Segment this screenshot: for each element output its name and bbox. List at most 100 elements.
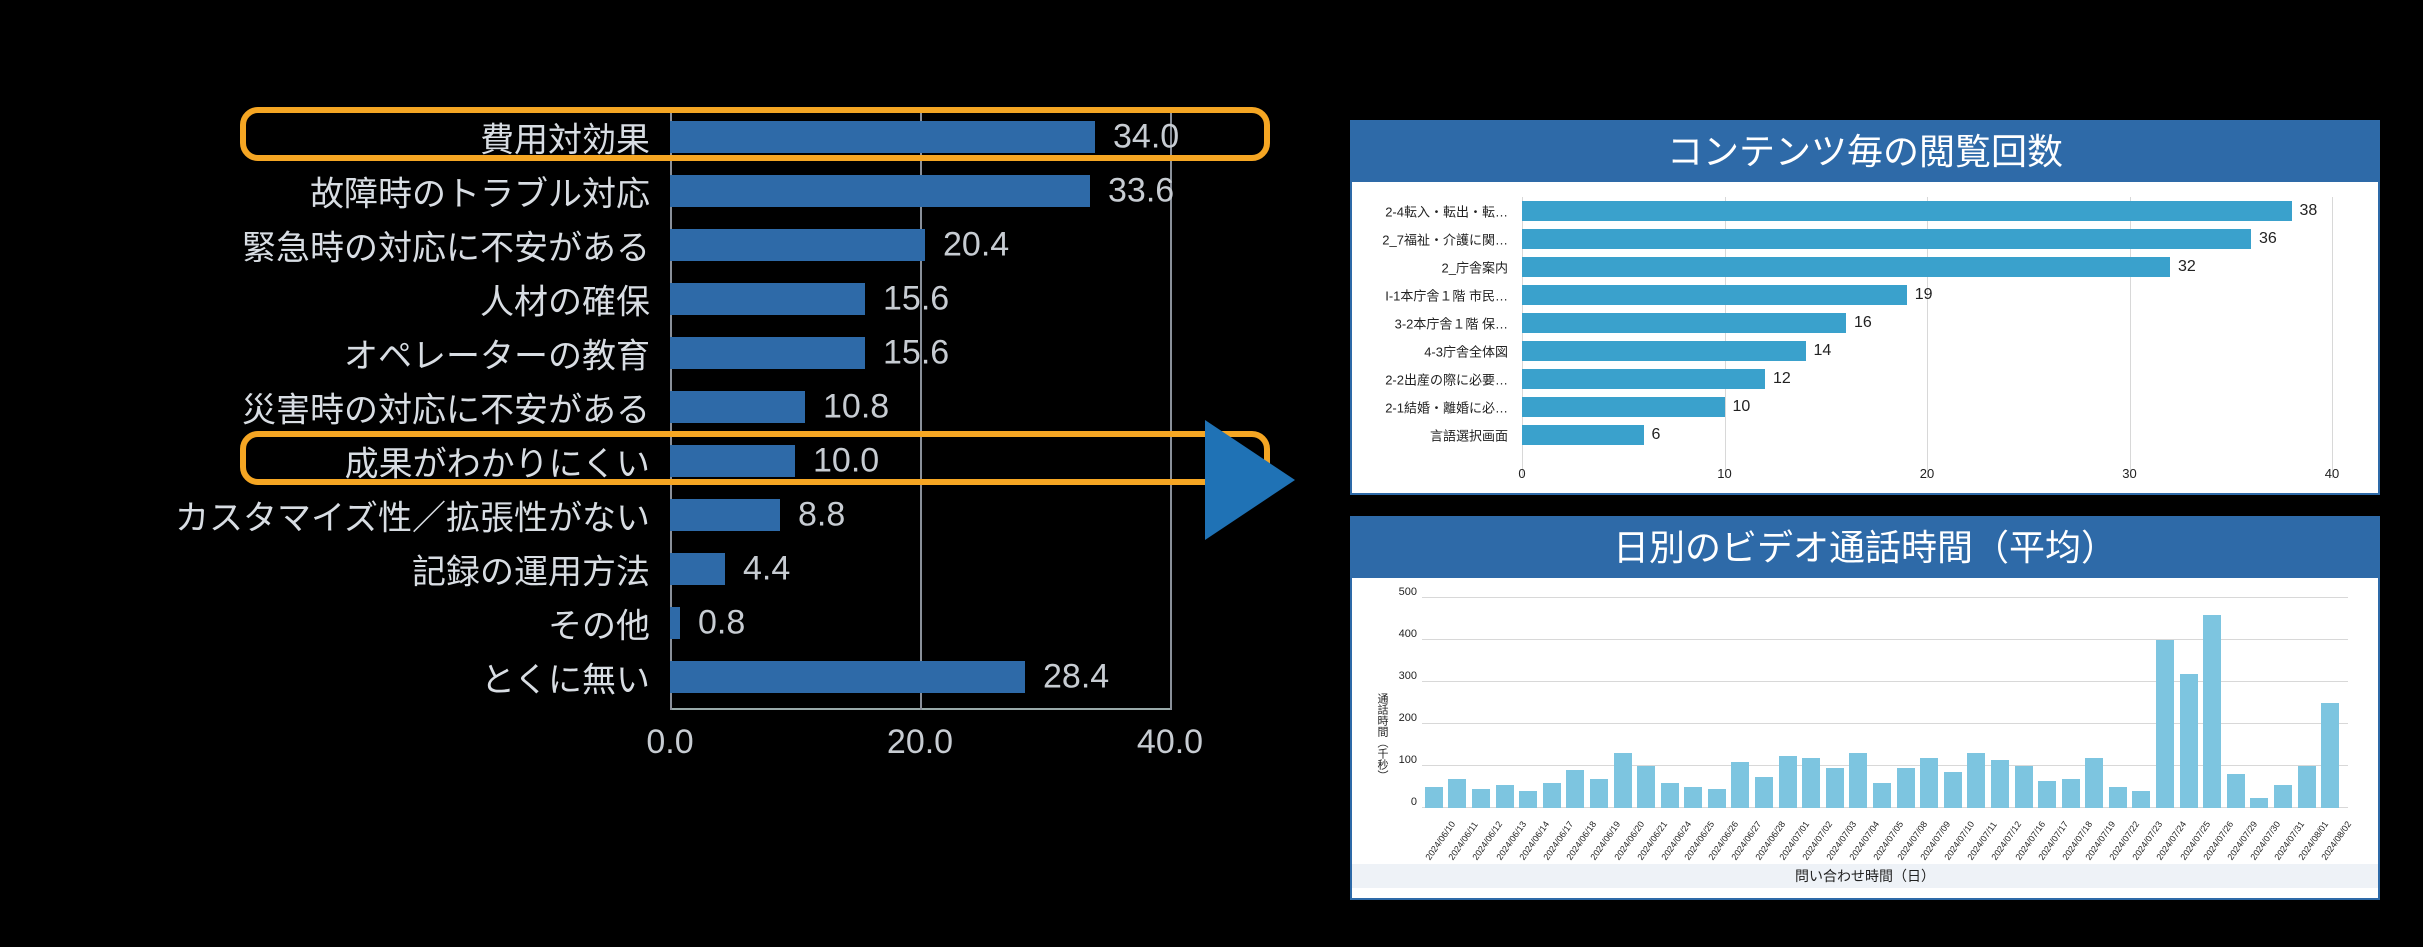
daily-video-bar (1920, 758, 1938, 808)
main-chart-value-label: 28.4 (1043, 658, 1109, 697)
main-chart-bar (670, 283, 865, 315)
daily-video-bar (1991, 760, 2009, 808)
daily-video-bar (1897, 768, 1915, 808)
content-views-value-label: 14 (1814, 342, 1832, 360)
main-chart-category-label: オペレーターの教育 (50, 329, 650, 378)
content-views-title: コンテンツ毎の閲覧回数 (1352, 122, 2378, 182)
daily-video-bar (2015, 766, 2033, 808)
content-views-category-label: 3-2本庁舎１階 保… (1328, 314, 1508, 333)
main-chart-bar (670, 553, 725, 585)
daily-video-xlabel: 問い合わせ時間（日） (1352, 864, 2378, 888)
content-views-value-label: 32 (2178, 258, 2196, 276)
main-chart-row: 成果がわかりにくい10.0 (670, 434, 1170, 488)
content-views-bar (1522, 313, 1846, 333)
main-chart-xtick: 20.0 (887, 723, 953, 762)
daily-video-bar (1519, 791, 1537, 808)
daily-video-bar (1849, 753, 1867, 808)
main-chart-bar (670, 121, 1095, 153)
main-chart-bar (670, 337, 865, 369)
content-views-row: 2-2出産の際に必要…12 (1522, 365, 2348, 393)
content-views-bar (1522, 201, 2292, 221)
main-chart-category-label: 災害時の対応に不安がある (50, 383, 650, 432)
content-views-value-label: 36 (2259, 230, 2277, 248)
main-chart-bar (670, 661, 1025, 693)
daily-video-bar (1708, 789, 1726, 808)
main-chart-row: 緊急時の対応に不安がある20.4 (670, 218, 1170, 272)
main-chart-bar (670, 229, 925, 261)
content-views-value-label: 16 (1854, 314, 1872, 332)
content-views-category-label: 2-4転入・転出・転… (1328, 202, 1508, 221)
content-views-panel: コンテンツ毎の閲覧回数 0102030402-4転入・転出・転…382_7福祉・… (1350, 120, 2380, 495)
content-views-value-label: 6 (1652, 426, 1661, 444)
daily-video-bar (1472, 789, 1490, 808)
daily-video-ytick: 200 (1382, 712, 1417, 724)
content-views-row: 2-1結婚・離婚に必…10 (1522, 393, 2348, 421)
daily-video-bar (1661, 783, 1679, 808)
main-chart-value-label: 15.6 (883, 334, 949, 373)
main-chart-category-label: 緊急時の対応に不安がある (50, 221, 650, 270)
content-views-row: 3-2本庁舎１階 保…16 (1522, 309, 2348, 337)
content-views-row: 4-3庁舎全体図14 (1522, 337, 2348, 365)
content-views-category-label: 2-1結婚・離婚に必… (1328, 398, 1508, 417)
main-chart-bar (670, 607, 680, 639)
daily-video-bar (1873, 783, 1891, 808)
daily-video-bar (1684, 787, 1702, 808)
content-views-xtick: 30 (2122, 466, 2136, 481)
main-chart-value-label: 20.4 (943, 226, 1009, 265)
daily-video-bar (1590, 779, 1608, 808)
main-chart-category-label: 記録の運用方法 (50, 545, 650, 594)
main-chart-category-label: カスタマイズ性／拡張性がない (50, 491, 650, 540)
main-chart-value-label: 33.6 (1108, 172, 1174, 211)
content-views-row: I-1本庁舎１階 市民…19 (1522, 281, 2348, 309)
daily-video-bar (1496, 785, 1514, 808)
daily-video-bar (1826, 768, 1844, 808)
main-chart-row: 災害時の対応に不安がある10.8 (670, 380, 1170, 434)
content-views-value-label: 10 (1733, 398, 1751, 416)
daily-video-ytick: 300 (1382, 670, 1417, 682)
daily-video-bar (2203, 615, 2221, 808)
daily-video-bar (2298, 766, 2316, 808)
content-views-bar (1522, 229, 2251, 249)
content-views-value-label: 19 (1915, 286, 1933, 304)
main-chart-bar (670, 445, 795, 477)
main-chart-value-label: 8.8 (798, 496, 845, 535)
content-views-category-label: 言語選択画面 (1328, 426, 1508, 445)
main-chart-value-label: 34.0 (1113, 118, 1179, 157)
daily-video-bar (1614, 753, 1632, 808)
daily-video-plot-area: 01002003004005002024/06/102024/06/112024… (1422, 598, 2348, 808)
main-chart-value-label: 10.8 (823, 388, 889, 427)
daily-video-bar (1944, 772, 1962, 808)
content-views-value-label: 38 (2300, 202, 2318, 220)
daily-video-ytick: 0 (1382, 796, 1417, 808)
content-views-xtick: 0 (1518, 466, 1525, 481)
main-chart-category-label: 故障時のトラブル対応 (50, 167, 650, 216)
main-chart-value-label: 15.6 (883, 280, 949, 319)
daily-video-ytick: 400 (1382, 628, 1417, 640)
daily-video-bar (2250, 798, 2268, 809)
main-chart-row: 人材の確保15.6 (670, 272, 1170, 326)
daily-video-bar (1448, 779, 1466, 808)
content-views-bar (1522, 257, 2170, 277)
main-chart-bar (670, 391, 805, 423)
main-chart-xtick: 0.0 (646, 723, 693, 762)
content-views-bar (1522, 341, 1806, 361)
daily-video-bar (2227, 774, 2245, 808)
main-chart-category-label: 費用対効果 (50, 113, 650, 162)
main-chart-row: その他0.8 (670, 596, 1170, 650)
main-chart-xtick: 40.0 (1137, 723, 1203, 762)
main-chart-value-label: 10.0 (813, 442, 879, 481)
daily-video-bar (1425, 787, 1443, 808)
content-views-row: 2_7福祉・介護に関…36 (1522, 225, 2348, 253)
daily-video-bar (1731, 762, 1749, 808)
content-views-row: 2-4転入・転出・転…38 (1522, 197, 2348, 225)
daily-video-bar (1543, 783, 1561, 808)
daily-video-bar (2274, 785, 2292, 808)
content-views-row: 言語選択画面6 (1522, 421, 2348, 449)
content-views-category-label: I-1本庁舎１階 市民… (1328, 286, 1508, 305)
main-chart-category-label: 人材の確保 (50, 275, 650, 324)
content-views-value-label: 12 (1773, 370, 1791, 388)
arrow-right-icon (1205, 420, 1295, 540)
main-chart-bar (670, 175, 1090, 207)
daily-video-title: 日別のビデオ通話時間（平均） (1352, 518, 2378, 578)
daily-video-ytick: 100 (1382, 754, 1417, 766)
